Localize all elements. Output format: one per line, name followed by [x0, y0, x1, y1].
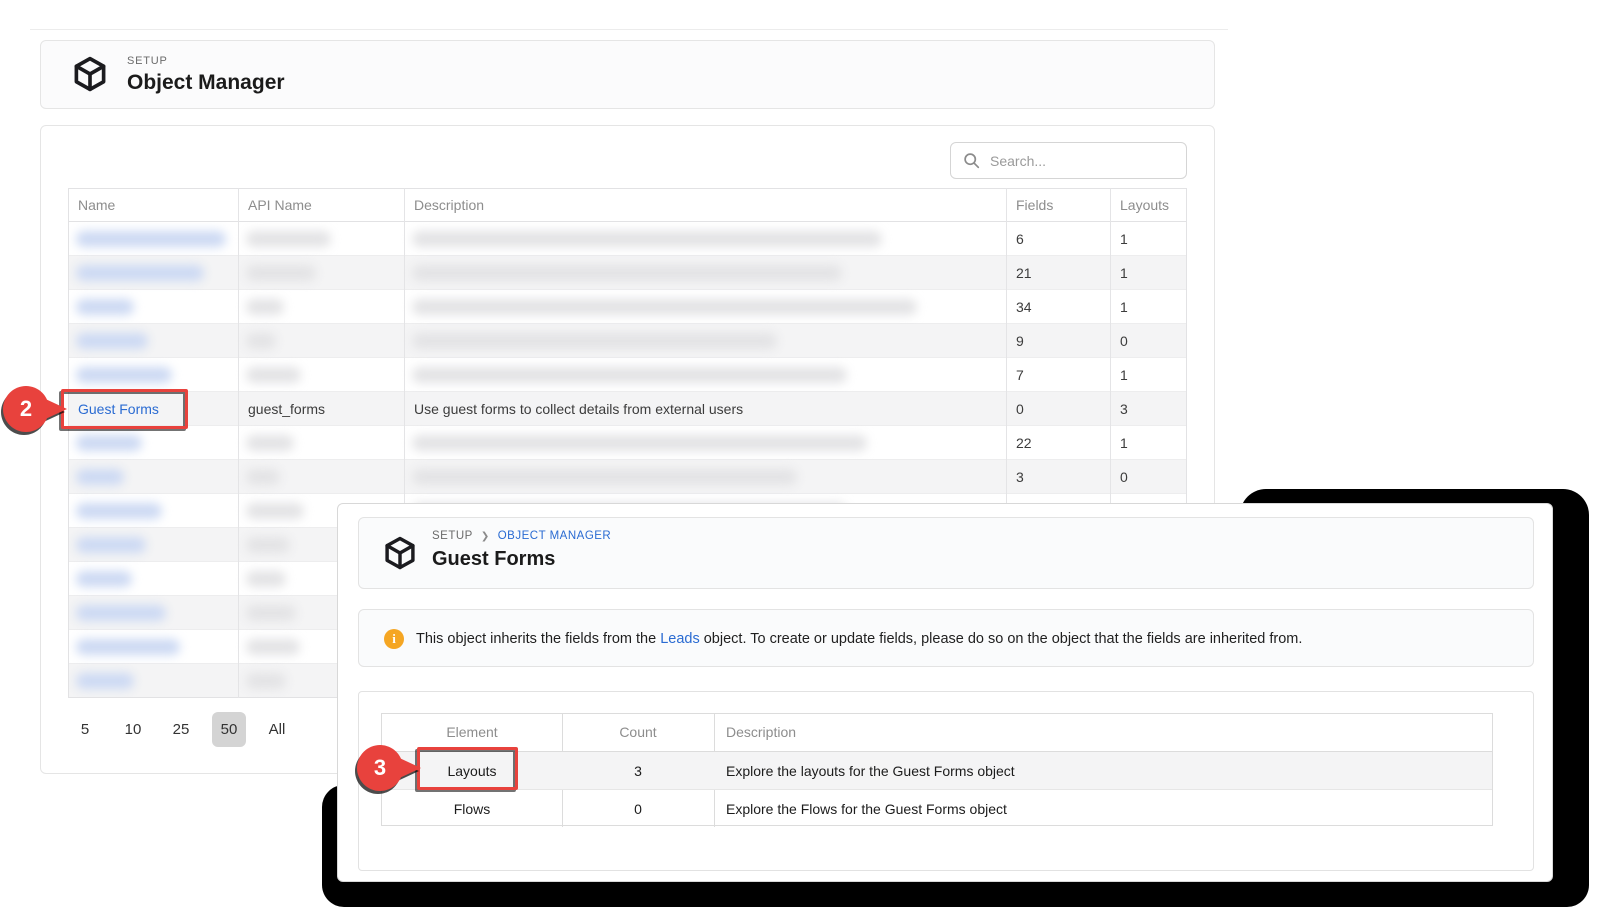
page-top-border [30, 29, 1228, 30]
cube-icon-wrap [382, 535, 418, 576]
annotation-callout-3: 3 [357, 745, 427, 795]
setup-eyebrow: SETUP [127, 55, 168, 67]
page-size-option-5[interactable]: 5 [68, 712, 102, 747]
flows-link[interactable]: Flows [382, 790, 562, 828]
breadcrumb-object-manager-link[interactable]: OBJECT MANAGER [498, 530, 612, 542]
table-row-flows: Flows 0 Explore the Flows for the Guest … [382, 789, 1492, 827]
screenshot-stage: SETUP Object Manager Name API Name Descr… [0, 0, 1598, 922]
element-table-card: Element Count Description Layouts 3 Expl… [358, 691, 1534, 871]
banner-text-after: object. To create or update fields, plea… [700, 631, 1303, 647]
flows-count: 0 [562, 790, 714, 828]
guest-forms-header-card: SETUP ❯ OBJECT MANAGER Guest Forms [358, 517, 1534, 589]
inherited-fields-banner: i This object inherits the fields from t… [358, 609, 1534, 667]
breadcrumb-setup: SETUP [432, 530, 473, 542]
cube-icon [382, 535, 418, 571]
search-icon [963, 152, 980, 169]
search-box[interactable] [950, 142, 1187, 179]
page-size-option-all[interactable]: All [260, 712, 294, 747]
layouts-description: Explore the layouts for the Guest Forms … [726, 752, 1015, 790]
banner-text-before: This object inherits the fields from the [416, 631, 660, 647]
layouts-count: 3 [562, 752, 714, 790]
annotation-box-guest-forms [61, 389, 188, 429]
overlay-title: Guest Forms [432, 548, 555, 571]
annotation-callout-2: 2 [3, 386, 73, 436]
banner-text: This object inherits the fields from the… [416, 610, 1302, 668]
breadcrumb: SETUP ❯ OBJECT MANAGER [432, 530, 611, 542]
page-size-option-50[interactable]: 50 [212, 712, 246, 747]
callout-number: 3 [357, 745, 403, 791]
col-header-description: Description [726, 714, 796, 751]
flows-description: Explore the Flows for the Guest Forms ob… [726, 790, 1007, 828]
column-separator [238, 188, 239, 698]
annotation-box-layouts [417, 747, 518, 790]
object-manager-header-card: SETUP Object Manager [40, 40, 1215, 109]
search-input[interactable] [988, 152, 1172, 170]
callout-number: 2 [3, 386, 49, 432]
page-size-option-10[interactable]: 10 [116, 712, 150, 747]
leads-link[interactable]: Leads [660, 631, 700, 647]
info-icon: i [384, 629, 404, 649]
page-size-option-25[interactable]: 25 [164, 712, 198, 747]
col-header-count: Count [562, 714, 714, 751]
page-title: Object Manager [127, 71, 285, 95]
cube-icon [71, 55, 109, 93]
guest-forms-detail-panel: SETUP ❯ OBJECT MANAGER Guest Forms i Thi… [337, 503, 1553, 882]
element-table: Element Count Description Layouts 3 Expl… [381, 713, 1493, 826]
table-row-layouts: Layouts 3 Explore the layouts for the Gu… [382, 751, 1492, 789]
chevron-right-icon: ❯ [481, 531, 490, 542]
page-size-selector: 5 10 25 50 All [68, 712, 294, 747]
